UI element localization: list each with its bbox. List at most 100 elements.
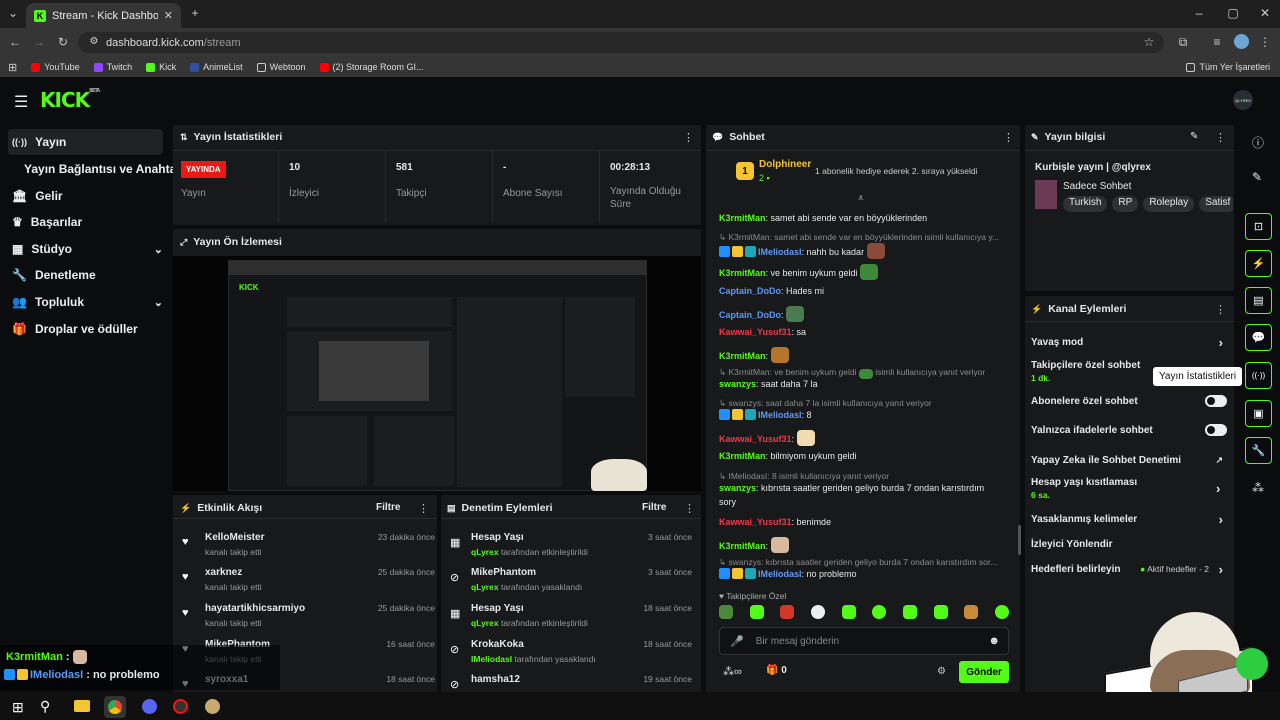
back-icon[interactable]: ← (8, 35, 22, 49)
sidebar-item-stream-key[interactable]: Yayın Bağlantısı ve Anahtarı (20, 156, 184, 182)
sidebar-item-topluluk[interactable]: 👥 Topluluk ⌄ (8, 289, 163, 315)
microphone-icon[interactable]: 🎤 (730, 635, 744, 648)
all-bookmarks[interactable]: Tüm Yer İşaretleri (1186, 62, 1270, 72)
chat-user[interactable]: IMeliodasI (758, 247, 802, 257)
sidebar-item-droplar[interactable]: 🎁 Droplar ve ödüller (8, 316, 163, 342)
chat-user[interactable]: Kawwai_Yusuf31 (719, 434, 792, 444)
tag-chip[interactable]: Turkish (1063, 196, 1108, 212)
rail-button-log[interactable]: ▤ (1245, 287, 1272, 314)
emote-icon[interactable] (749, 605, 764, 619)
sidebar-item-basarilar[interactable]: ♛ Başarılar (8, 209, 163, 235)
chat-user[interactable]: K3rmitMan (719, 268, 766, 278)
window-close-icon[interactable]: ✕ (1258, 6, 1272, 20)
league-icon[interactable] (205, 699, 220, 714)
user-avatar[interactable]: QLYREX (1233, 90, 1253, 110)
info-menu-icon[interactable]: ⋮ (1215, 131, 1226, 144)
bookmark-twitch[interactable]: Twitch (93, 62, 132, 72)
community-icon[interactable]: ⁂ (1252, 481, 1264, 495)
moderation-filter-button[interactable]: Filtre (642, 502, 666, 513)
chat-user[interactable]: Kawwai_Yusuf31 (719, 517, 792, 527)
emote-icon[interactable] (964, 605, 979, 619)
activity-menu-icon[interactable]: ⋮ (418, 502, 429, 515)
rail-button-preview[interactable]: ⊡ (1245, 213, 1272, 240)
info-icon[interactable]: ⓘ (1252, 134, 1264, 151)
edit-icon[interactable]: ✎ (1190, 131, 1198, 142)
subscribers-only-toggle[interactable] (1205, 395, 1227, 407)
goals-row[interactable]: Hedefleri belirleyin ● Aktif hedefler - 2… (1031, 559, 1227, 579)
pencil-icon[interactable]: ✎ (1252, 170, 1262, 184)
subscribers-only-row[interactable]: Abonelere özel sohbet (1031, 391, 1227, 411)
obs-icon[interactable] (173, 699, 188, 714)
emote-only-row[interactable]: Yalnızca ifadelerle sohbet (1031, 420, 1227, 440)
url-input[interactable]: dashboard.kick.com/stream (78, 32, 1164, 53)
emote-icon[interactable] (810, 605, 825, 619)
tag-chip[interactable]: Satisf (1199, 196, 1233, 212)
ai-moderation-row[interactable]: Yapay Zeka ile Sohbet Denetimi ↗ (1031, 450, 1227, 470)
category-name[interactable]: Sadece Sohbet (1063, 181, 1131, 192)
emote-icon[interactable] (933, 605, 948, 619)
search-icon[interactable]: ⚲ (40, 698, 50, 715)
bookmark-star-icon[interactable]: ☆ (1142, 35, 1156, 49)
chat-user[interactable]: K3rmitMan (719, 541, 766, 551)
emoji-icon[interactable]: ☻ (988, 635, 1000, 647)
chat-user[interactable]: K3rmitMan (719, 351, 766, 361)
emote-icon[interactable] (719, 605, 733, 619)
stats-menu-icon[interactable]: ⋮ (683, 131, 694, 144)
maximize-icon[interactable]: ▢ (1226, 6, 1240, 20)
chat-menu-icon[interactable]: ⋮ (1003, 131, 1014, 144)
emote-icon[interactable] (872, 605, 887, 619)
host-row[interactable]: İzleyici Yönlendir (1031, 534, 1227, 554)
profile-avatar[interactable] (1234, 34, 1249, 49)
channel-actions-menu-icon[interactable]: ⋮ (1215, 303, 1226, 316)
rail-button-chat[interactable]: 💬 (1245, 324, 1272, 351)
emote-icon[interactable] (841, 605, 856, 619)
chat-user[interactable]: Captain_DoDo (719, 310, 781, 320)
chevron-right-icon[interactable]: › (1216, 481, 1220, 496)
media-icon[interactable]: ≡ (1210, 35, 1224, 49)
apps-grid-icon[interactable]: ⊞ (8, 61, 17, 74)
tab-close-icon[interactable]: ✕ (164, 9, 173, 22)
windows-start-icon[interactable]: ⊞ (12, 699, 24, 716)
bookmark-webtoon[interactable]: Webtoon (256, 62, 306, 72)
chat-user[interactable]: swanzys (719, 483, 756, 493)
chat-user[interactable]: K3rmitMan (719, 451, 766, 461)
minimize-icon[interactable]: – (1192, 6, 1206, 20)
reload-icon[interactable]: ↻ (56, 35, 70, 49)
chat-user[interactable]: Kawwai_Yusuf31 (719, 327, 792, 337)
tag-chip[interactable]: Roleplay (1143, 196, 1195, 212)
bookmark-youtube[interactable]: YouTube (31, 62, 80, 72)
chat-settings-icon[interactable]: ⚙ (937, 666, 946, 677)
chat-user[interactable]: K3rmitMan (719, 213, 766, 223)
infinity-icon[interactable]: ⁂∞ (723, 665, 742, 678)
rail-button-stats[interactable]: ((·)) (1245, 362, 1272, 389)
sidebar-item-gelir[interactable]: 🏛 Gelir (8, 183, 163, 209)
discord-icon[interactable] (142, 699, 157, 714)
browser-menu-icon[interactable]: ⋮ (1258, 35, 1272, 49)
site-info-icon[interactable]: ⚙ (88, 36, 100, 47)
tag-chip[interactable]: RP (1112, 196, 1139, 212)
sidebar-item-denetleme[interactable]: 🔧 Denetleme (8, 262, 163, 288)
points-display[interactable]: 🎁 0 (766, 665, 787, 676)
chat-user[interactable]: IMeliodasI (758, 569, 802, 579)
activity-filter-button[interactable]: Filtre (376, 502, 400, 513)
slow-mode-row[interactable]: Yavaş mod › (1031, 332, 1227, 352)
collapse-icon[interactable]: ⩡ (858, 193, 864, 204)
rail-button-moderation[interactable]: 🔧 (1245, 437, 1272, 464)
forward-icon[interactable]: → (32, 35, 46, 49)
account-age-row[interactable]: Hesap yaşı kısıtlaması 6 sa. (1031, 477, 1227, 501)
chrome-taskbar-button[interactable] (104, 696, 126, 718)
send-button[interactable]: Gönder (959, 661, 1009, 683)
emote-icon[interactable] (902, 605, 917, 619)
chat-user[interactable]: Captain_DoDo (719, 286, 781, 296)
chat-user[interactable]: swanzys (719, 379, 756, 389)
bookmark-kick[interactable]: Kick (146, 62, 176, 72)
hamburger-menu-icon[interactable]: ☰ (14, 92, 28, 112)
file-explorer-icon[interactable] (74, 700, 90, 712)
tab-list-icon[interactable]: ⌄ (6, 6, 20, 20)
rail-button-layout[interactable]: ▣ (1245, 400, 1272, 427)
chat-scrollbar[interactable] (1018, 525, 1021, 555)
new-tab-icon[interactable]: + (188, 6, 202, 20)
rail-button-actions[interactable]: ⚡ (1245, 250, 1272, 277)
sidebar-item-yayin[interactable]: ((·)) Yayın (8, 129, 163, 155)
browser-tab[interactable]: K Stream - Kick Dashboard ✕ (26, 3, 181, 28)
